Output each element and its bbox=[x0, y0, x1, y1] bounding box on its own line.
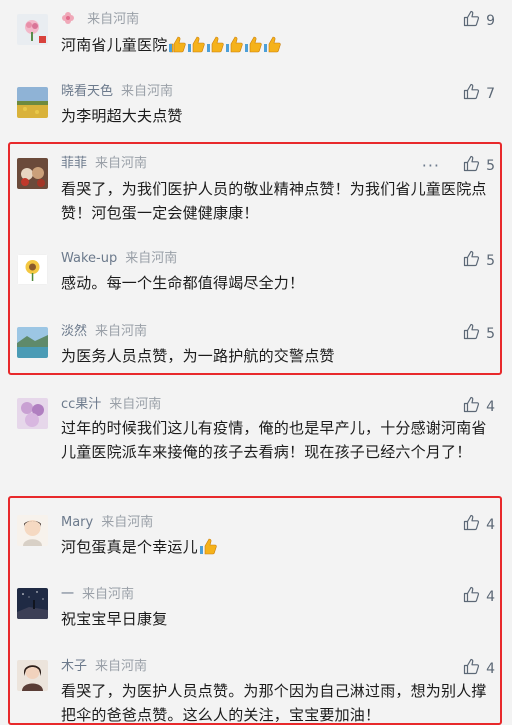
thumbs-up-outline-icon bbox=[463, 323, 480, 345]
comment-location: 来自河南 bbox=[95, 324, 148, 339]
avatar[interactable] bbox=[17, 398, 48, 429]
thumbs-up-outline-icon bbox=[463, 586, 480, 608]
like-button[interactable]: 7 bbox=[463, 83, 495, 105]
comment-text: 河南省儿童医院 bbox=[61, 33, 501, 57]
like-button[interactable]: 4 bbox=[463, 514, 495, 536]
avatar[interactable] bbox=[17, 588, 48, 619]
like-button[interactable]: 4 bbox=[463, 586, 495, 608]
comment-text: 为李明超大夫点赞 bbox=[61, 107, 183, 125]
like-count: 5 bbox=[486, 253, 495, 269]
avatar[interactable] bbox=[17, 254, 48, 285]
thumbs-up-emoji-icon bbox=[167, 36, 282, 54]
comment-nickname[interactable]: 菲菲 来自河南 bbox=[61, 155, 147, 173]
thumbs-up-outline-icon bbox=[463, 396, 480, 418]
comment-list: 来自河南 河南省儿童医院 9 晓看天色 来自河南 为李明超大夫点赞 7 菲菲 来… bbox=[0, 0, 512, 725]
like-button[interactable]: 4 bbox=[463, 396, 495, 418]
comment-nickname[interactable]: 晓看天色 来自河南 bbox=[61, 83, 173, 101]
like-button[interactable]: 5 bbox=[463, 250, 495, 272]
like-count: 5 bbox=[486, 158, 495, 174]
comment-location: 来自河南 bbox=[121, 84, 174, 99]
like-count: 4 bbox=[486, 517, 495, 533]
comment-text: 祝宝宝早日康复 bbox=[61, 610, 168, 628]
comment-text: 感动。每一个生命都值得竭尽全力！ bbox=[61, 274, 305, 292]
comment-nickname[interactable]: Mary 来自河南 bbox=[61, 514, 153, 532]
avatar[interactable] bbox=[17, 327, 48, 358]
like-button[interactable]: 5 bbox=[463, 323, 495, 345]
comment-location: 来自河南 bbox=[101, 515, 154, 530]
thumbs-up-outline-icon bbox=[463, 514, 480, 536]
like-count: 4 bbox=[486, 661, 495, 677]
comment-location: 来自河南 bbox=[109, 397, 162, 412]
comment-location: 来自河南 bbox=[82, 587, 135, 602]
avatar[interactable] bbox=[17, 87, 48, 118]
like-count: 7 bbox=[486, 86, 495, 102]
comment-nickname[interactable]: 淡然 来自河南 bbox=[61, 323, 147, 341]
comment-nickname[interactable]: cc果汁 来自河南 bbox=[61, 396, 161, 414]
like-count: 9 bbox=[486, 13, 495, 29]
avatar[interactable] bbox=[17, 515, 48, 546]
like-count: 4 bbox=[486, 589, 495, 605]
like-button[interactable]: 5 bbox=[463, 155, 495, 177]
comment-location: 来自河南 bbox=[95, 156, 148, 171]
thumbs-up-outline-icon bbox=[463, 10, 480, 32]
thumbs-up-outline-icon bbox=[463, 250, 480, 272]
like-count: 5 bbox=[486, 326, 495, 342]
comment-nickname[interactable]: 来自河南 bbox=[61, 11, 139, 29]
like-count: 4 bbox=[486, 399, 495, 415]
avatar[interactable] bbox=[17, 158, 48, 189]
avatar[interactable] bbox=[17, 660, 48, 691]
flower-icon bbox=[61, 11, 75, 25]
comment-nickname[interactable]: Wake-up 来自河南 bbox=[61, 250, 177, 268]
thumbs-up-outline-icon bbox=[463, 658, 480, 680]
comment-nickname[interactable]: 木子 来自河南 bbox=[61, 658, 147, 676]
comment-location: 来自河南 bbox=[95, 659, 148, 674]
thumbs-up-outline-icon bbox=[463, 83, 480, 105]
thumbs-up-outline-icon bbox=[463, 155, 480, 177]
thumbs-up-emoji-icon bbox=[198, 538, 217, 556]
comment-nickname[interactable]: 一来自河南 bbox=[61, 586, 134, 604]
comment-text: 看哭了，为我们医护人员的敬业精神点赞！为我们省儿童医院点赞！河包蛋一定会健健康康… bbox=[61, 180, 487, 222]
comment-location: 来自河南 bbox=[87, 12, 140, 27]
like-button[interactable]: 9 bbox=[463, 10, 495, 32]
like-button[interactable]: 4 bbox=[463, 658, 495, 680]
avatar[interactable] bbox=[17, 14, 48, 45]
comment-text: 为医务人员点赞，为一路护航的交警点赞 bbox=[61, 347, 335, 365]
comment-text: 河包蛋真是个幸运儿 bbox=[61, 535, 501, 559]
comment-text: 看哭了，为医护人员点赞。为那个因为自己淋过雨，想为别人撑把伞的爸爸点赞。这么人的… bbox=[61, 682, 487, 724]
comment-location: 来自河南 bbox=[125, 251, 178, 266]
comment-text: 过年的时候我们这儿有疫情，俺的也是早产儿，十分感谢河南省儿童医院派车来接俺的孩子… bbox=[61, 419, 487, 461]
more-options-icon[interactable]: ··· bbox=[422, 158, 440, 174]
